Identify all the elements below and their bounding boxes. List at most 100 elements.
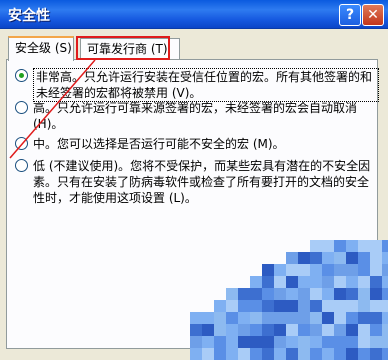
mosaic-tile (298, 348, 310, 360)
mosaic-tile (358, 312, 370, 324)
mosaic-tile (298, 288, 310, 300)
mosaic-tile (310, 348, 322, 360)
mosaic-tile (346, 276, 358, 288)
mosaic-tile (322, 288, 334, 300)
mosaic-tile (346, 336, 358, 348)
mosaic-tile (310, 300, 322, 312)
mosaic-tile (274, 276, 286, 288)
mosaic-overlay (190, 240, 388, 360)
help-button[interactable]: ? (339, 4, 361, 26)
mosaic-tile (370, 264, 382, 276)
mosaic-tile (346, 252, 358, 264)
mosaic-tile (370, 240, 382, 252)
mosaic-tile (190, 348, 202, 360)
mosaic-tile (190, 324, 202, 336)
mosaic-tile (250, 312, 262, 324)
close-button[interactable]: ✕ (362, 4, 384, 26)
mosaic-tile (346, 348, 358, 360)
mosaic-tile (202, 324, 214, 336)
mosaic-tile (274, 336, 286, 348)
mosaic-tile (238, 324, 250, 336)
mosaic-tile (286, 276, 298, 288)
window-title: 安全性 (8, 8, 50, 24)
mosaic-tile (322, 312, 334, 324)
mosaic-tile (226, 288, 238, 300)
mosaic-tile (382, 336, 388, 348)
mosaic-tile (310, 324, 322, 336)
mosaic-tile (382, 300, 388, 312)
mosaic-tile (370, 336, 382, 348)
mosaic-tile (334, 300, 346, 312)
radio-very-high[interactable] (15, 69, 28, 82)
mosaic-tile (382, 324, 388, 336)
mosaic-tile (226, 312, 238, 324)
mosaic-tile (346, 300, 358, 312)
mosaic-tile (322, 264, 334, 276)
mosaic-tile (250, 348, 262, 360)
mosaic-tile (226, 348, 238, 360)
mosaic-tile (346, 240, 358, 252)
mosaic-tile (334, 324, 346, 336)
mosaic-tile (334, 264, 346, 276)
mosaic-tile (214, 300, 226, 312)
mosaic-tile (286, 312, 298, 324)
tab-strip: 安全级 (S) 可靠发行商 (T) (8, 36, 378, 61)
mosaic-tile (262, 312, 274, 324)
mosaic-tile (382, 276, 388, 288)
mosaic-tile (382, 264, 388, 276)
mosaic-tile (238, 300, 250, 312)
mosaic-tile (358, 300, 370, 312)
mosaic-tile (310, 276, 322, 288)
mosaic-tile (286, 252, 298, 264)
mosaic-tile (322, 300, 334, 312)
mosaic-tile (298, 264, 310, 276)
mosaic-tile (370, 312, 382, 324)
tab-security-level[interactable]: 安全级 (S) (8, 36, 74, 61)
mosaic-tile (358, 324, 370, 336)
mosaic-tile (310, 288, 322, 300)
mosaic-tile (262, 288, 274, 300)
help-icon: ? (345, 7, 355, 23)
mosaic-tile (382, 312, 388, 324)
mosaic-tile (310, 312, 322, 324)
mosaic-tile (214, 348, 226, 360)
mosaic-tile (382, 240, 388, 252)
mosaic-tile (334, 336, 346, 348)
mosaic-tile (250, 300, 262, 312)
mosaic-tile (250, 324, 262, 336)
mosaic-tile (298, 252, 310, 264)
mosaic-tile (310, 240, 322, 252)
mosaic-tile (322, 336, 334, 348)
mosaic-tile (310, 264, 322, 276)
mosaic-tile (238, 336, 250, 348)
mosaic-tile (298, 276, 310, 288)
mosaic-tile (334, 276, 346, 288)
option-very-high-label: 非常高。只允许运行安装在受信任位置的宏。所有其他签署的和未经签署的宏都将被禁用 … (33, 68, 379, 102)
mosaic-tile (298, 312, 310, 324)
mosaic-tile (274, 312, 286, 324)
mosaic-tile (334, 240, 346, 252)
mosaic-tile (382, 348, 388, 360)
mosaic-tile (370, 252, 382, 264)
mosaic-tile (226, 300, 238, 312)
mosaic-tile (202, 348, 214, 360)
mosaic-tile (286, 336, 298, 348)
option-low-label: 低 (不建议使用)。您将不受保护，而某些宏具有潜在的不安全因素。只有在安装了防病… (33, 159, 371, 205)
mosaic-tile (262, 336, 274, 348)
mosaic-tile (286, 300, 298, 312)
mosaic-tile (262, 276, 274, 288)
radio-medium[interactable] (15, 137, 28, 150)
mosaic-tile (214, 312, 226, 324)
mosaic-tile (310, 336, 322, 348)
mosaic-tile (358, 336, 370, 348)
mosaic-tile (286, 264, 298, 276)
mosaic-tile (382, 288, 388, 300)
mosaic-tile (334, 288, 346, 300)
mosaic-tile (370, 300, 382, 312)
mosaic-tile (370, 324, 382, 336)
mosaic-tile (358, 264, 370, 276)
radio-low[interactable] (15, 159, 28, 172)
mosaic-tile (358, 240, 370, 252)
mosaic-tile (262, 264, 274, 276)
radio-high[interactable] (15, 101, 28, 114)
